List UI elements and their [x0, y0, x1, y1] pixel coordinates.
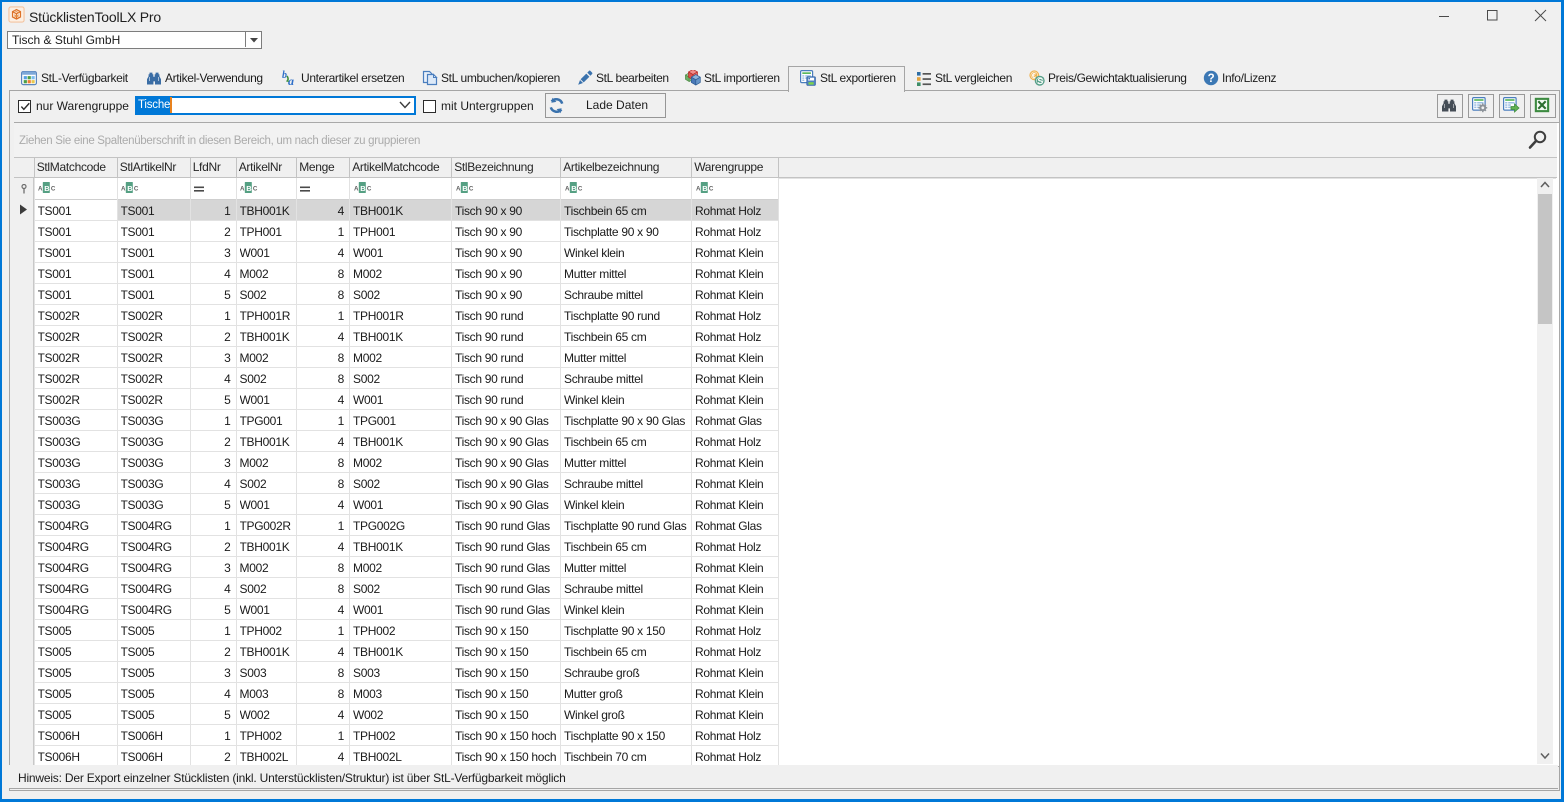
svg-text:C: C [708, 186, 713, 193]
svg-text:C: C [51, 186, 56, 193]
svg-text:A: A [38, 186, 43, 193]
svg-text:A: A [354, 186, 359, 193]
svg-text:C: C [577, 186, 582, 193]
svg-text:B: B [127, 184, 133, 193]
svg-text:B: B [360, 184, 366, 193]
svg-text:S: S [1038, 76, 1044, 86]
svg-text:C: C [134, 186, 139, 193]
svg-text:a: a [288, 74, 294, 86]
svg-text:A: A [456, 186, 461, 193]
svg-text:C: C [366, 186, 371, 193]
svg-text:b: b [282, 70, 287, 81]
svg-text:B: B [44, 184, 50, 193]
svg-text:A: A [240, 186, 245, 193]
svg-text:C: C [253, 186, 258, 193]
svg-text:?: ? [1208, 73, 1215, 85]
svg-text:A: A [121, 186, 126, 193]
svg-text:B: B [462, 184, 468, 193]
svg-text:B: B [246, 184, 252, 193]
svg-text:A: A [565, 186, 570, 193]
svg-text:B: B [571, 184, 577, 193]
svg-text:B: B [702, 184, 708, 193]
svg-text:A: A [696, 186, 701, 193]
svg-text:C: C [468, 186, 473, 193]
